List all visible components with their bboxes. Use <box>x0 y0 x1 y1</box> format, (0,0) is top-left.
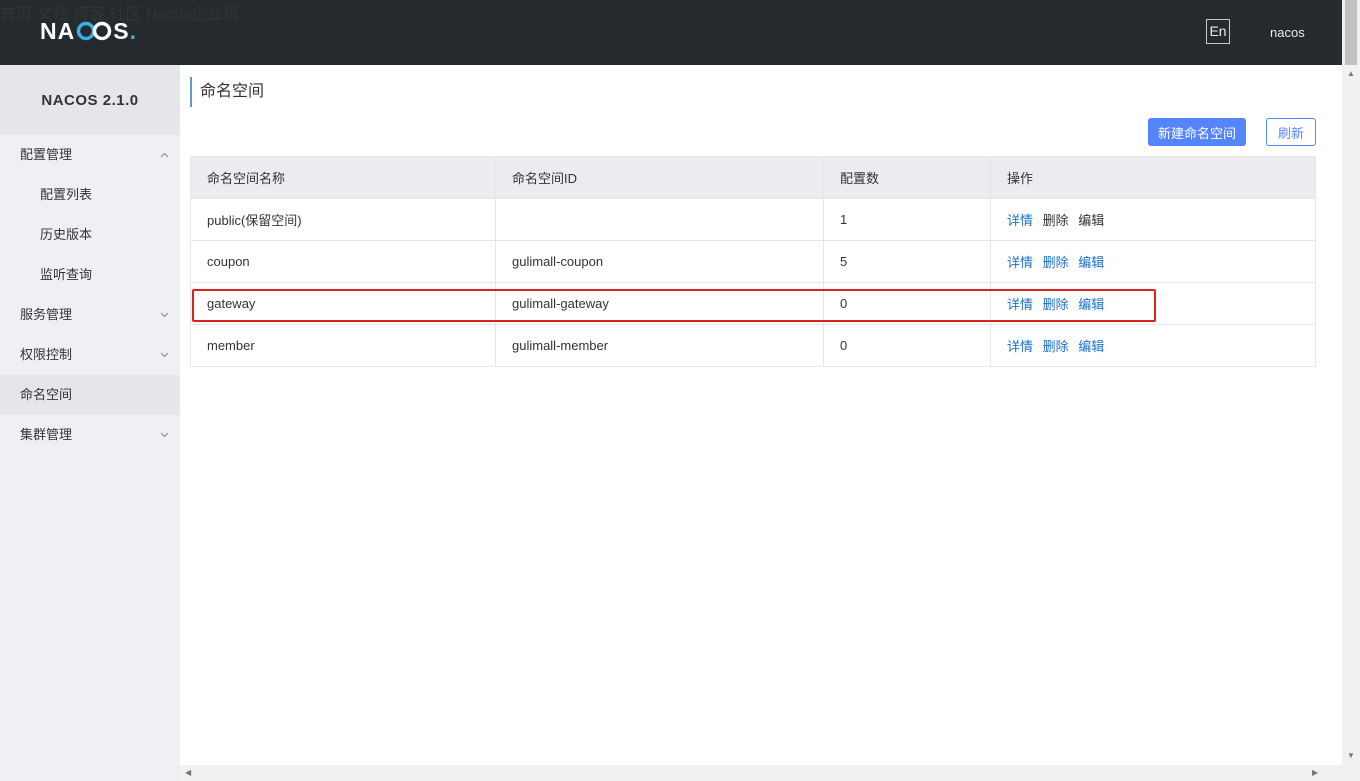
user-menu[interactable]: nacos <box>1270 25 1305 40</box>
nacos-logo[interactable]: N A S . <box>40 18 137 44</box>
sidebar-item-listener-query[interactable]: 监听查询 <box>0 255 180 295</box>
namespace-id: gulimall-coupon <box>495 240 824 283</box>
logo-letter: N <box>40 17 58 44</box>
top-navbar: N A S . 首页 文档 博客 社区 Nacos企业版 En nacos <box>0 0 1342 65</box>
scroll-up-arrow-icon[interactable]: ▲ <box>1347 69 1355 78</box>
sidebar-version-title: NACOS 2.1.0 <box>0 65 180 135</box>
scroll-left-arrow-icon[interactable]: ◀ <box>185 768 191 777</box>
edit-link[interactable]: 编辑 <box>1078 297 1104 312</box>
page-title: 命名空间 <box>190 77 264 107</box>
table-row: public(保留空间) 1 详情 删除 编辑 <box>190 198 1316 241</box>
sidebar-item-label: 配置列表 <box>40 187 93 202</box>
delete-link[interactable]: 删除 <box>1043 297 1069 312</box>
row-actions: 详情 删除 编辑 <box>990 282 1316 325</box>
nav-home[interactable]: 首页 <box>0 6 32 23</box>
sidebar: NACOS 2.1.0 配置管理 配置列表 历史版本 监听查询 服务管理 权限控… <box>0 65 180 781</box>
config-count: 0 <box>823 282 991 325</box>
namespace-name: gateway <box>190 282 496 325</box>
table-row: coupon gulimall-coupon 5 详情 删除 编辑 <box>190 240 1316 283</box>
sidebar-item-label: 命名空间 <box>20 387 73 402</box>
detail-link[interactable]: 详情 <box>1007 213 1033 228</box>
sidebar-item-config-management[interactable]: 配置管理 <box>0 135 180 175</box>
sidebar-item-label: 配置管理 <box>20 147 73 162</box>
detail-link[interactable]: 详情 <box>1007 297 1033 312</box>
chevron-down-icon <box>158 335 170 375</box>
chevron-down-icon <box>158 415 170 455</box>
namespace-name: public(保留空间) <box>190 198 496 241</box>
column-header-name: 命名空间名称 <box>190 156 496 199</box>
vertical-scrollbar-top[interactable] <box>1342 0 1360 65</box>
delete-link[interactable]: 删除 <box>1043 255 1069 270</box>
delete-link[interactable]: 删除 <box>1043 339 1069 354</box>
sidebar-item-label: 服务管理 <box>20 307 73 322</box>
sidebar-item-label: 权限控制 <box>20 347 73 362</box>
namespace-id: gulimall-gateway <box>495 282 824 325</box>
logo-letter: A <box>57 17 76 44</box>
edit-link[interactable]: 编辑 <box>1078 255 1104 270</box>
config-count: 5 <box>823 240 991 283</box>
config-count: 1 <box>823 198 991 241</box>
edit-link[interactable]: 编辑 <box>1078 213 1104 228</box>
table-header-row: 命名空间名称 命名空间ID 配置数 操作 <box>190 156 1316 199</box>
logo-dot: . <box>129 17 137 44</box>
column-header-config-count: 配置数 <box>823 156 991 199</box>
row-actions: 详情 删除 编辑 <box>990 198 1316 241</box>
sidebar-item-service-management[interactable]: 服务管理 <box>0 295 180 335</box>
sidebar-item-history[interactable]: 历史版本 <box>0 215 180 255</box>
column-header-actions: 操作 <box>990 156 1316 199</box>
namespace-id: gulimall-member <box>495 324 824 367</box>
namespace-name: member <box>190 324 496 367</box>
new-namespace-button[interactable]: 新建命名空间 <box>1148 118 1246 146</box>
namespace-id <box>495 198 824 241</box>
sidebar-item-access-control[interactable]: 权限控制 <box>0 335 180 375</box>
nav-enterprise[interactable]: Nacos企业版 <box>146 6 239 23</box>
row-actions: 详情 删除 编辑 <box>990 324 1316 367</box>
row-actions: 详情 删除 编辑 <box>990 240 1316 283</box>
main-content: 命名空间 新建命名空间 刷新 命名空间名称 命名空间ID 配置数 操作 publ… <box>180 65 1342 765</box>
detail-link[interactable]: 详情 <box>1007 255 1033 270</box>
sidebar-item-label: 历史版本 <box>40 227 93 242</box>
column-header-id: 命名空间ID <box>495 156 824 199</box>
namespace-table: 命名空间名称 命名空间ID 配置数 操作 public(保留空间) 1 详情 删… <box>190 156 1316 367</box>
language-toggle-button[interactable]: En <box>1206 19 1230 44</box>
chevron-up-icon <box>158 135 170 175</box>
delete-link[interactable]: 删除 <box>1043 213 1069 228</box>
detail-link[interactable]: 详情 <box>1007 339 1033 354</box>
logo-infinity-icon <box>76 21 112 41</box>
scroll-right-arrow-icon[interactable]: ▶ <box>1312 768 1318 777</box>
refresh-button[interactable]: 刷新 <box>1266 118 1316 146</box>
logo-letter: S <box>113 17 130 44</box>
scroll-down-arrow-icon[interactable]: ▼ <box>1347 751 1355 760</box>
sidebar-item-config-list[interactable]: 配置列表 <box>0 175 180 215</box>
chevron-down-icon <box>158 295 170 335</box>
table-row: gateway gulimall-gateway 0 详情 删除 编辑 <box>190 282 1316 325</box>
edit-link[interactable]: 编辑 <box>1078 339 1104 354</box>
config-count: 0 <box>823 324 991 367</box>
sidebar-item-label: 集群管理 <box>20 427 73 442</box>
sidebar-item-label: 监听查询 <box>40 267 93 282</box>
table-row: member gulimall-member 0 详情 删除 编辑 <box>190 324 1316 367</box>
horizontal-scrollbar[interactable]: ◀ ▶ <box>180 765 1342 781</box>
namespace-name: coupon <box>190 240 496 283</box>
vertical-scrollbar[interactable]: ▲ ▼ <box>1342 65 1360 781</box>
sidebar-item-namespace[interactable]: 命名空间 <box>0 375 180 415</box>
sidebar-item-cluster-management[interactable]: 集群管理 <box>0 415 180 455</box>
